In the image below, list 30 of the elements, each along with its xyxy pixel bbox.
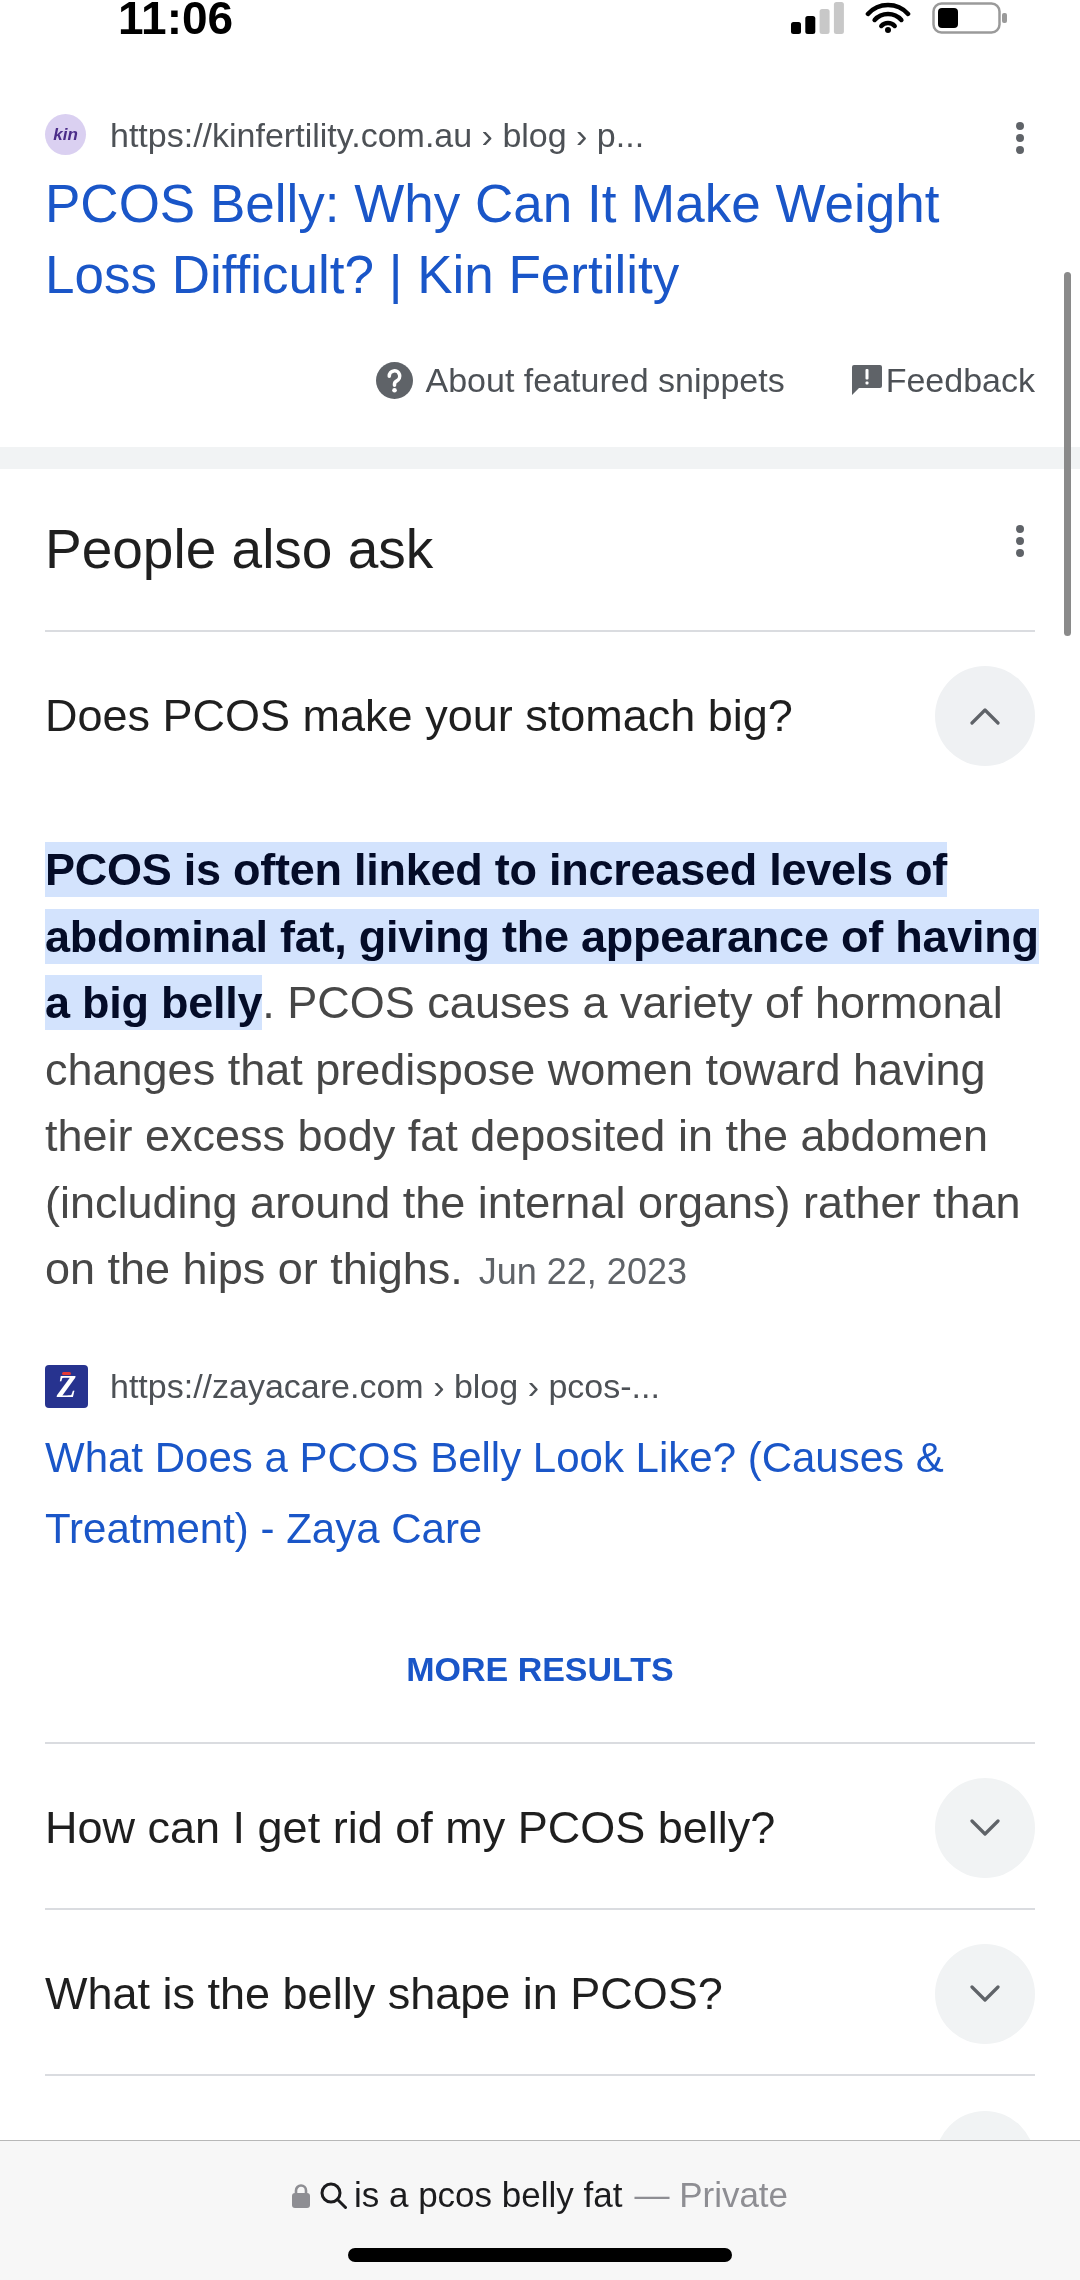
answer-text: PCOS is often linked to increased levels of abdominal fat, giving the appearance of having a big belly. PCOS causes a variety of hormonal changes that predispose women toward having their excess body fat deposited in the abdomen (including around the internal organs) rather than on the hips or thighs. Jun 22, 2023 — [45, 841, 1040, 1296]
more-results-button[interactable]: MORE RESULTS — [390, 1639, 690, 1700]
more-options-icon[interactable] — [1016, 525, 1024, 557]
result-title-link[interactable]: PCOS Belly: Why Can It Make Weight Loss Difficult? | Kin Fertility — [45, 168, 1035, 310]
feedback-icon — [850, 364, 883, 396]
search-icon — [319, 2181, 347, 2209]
chevron-up-icon — [970, 707, 1000, 725]
question-text[interactable]: What is the belly shape in PCOS? — [45, 1965, 723, 2022]
site-logo: kin — [45, 114, 86, 155]
lock-icon — [291, 2182, 310, 2208]
about-snippets-link[interactable]: About featured snippets — [375, 360, 785, 400]
address-bar[interactable]: is a pcos belly fat — Private — [0, 2140, 1080, 2280]
signal-icon — [791, 2, 844, 34]
section-heading: People also ask — [45, 517, 434, 581]
question-text[interactable]: How can I get rid of my PCOS belly? — [45, 1799, 776, 1856]
result-title-link[interactable]: What Does a PCOS Belly Look Like? (Causes & Treatment) - Zaya Care — [45, 1421, 1035, 1564]
address-query: is a pcos belly fat — [353, 2175, 623, 2215]
result-url: https://zayacare.com › blog › pcos-... — [110, 1366, 660, 1406]
chevron-down-icon — [970, 1984, 1000, 2003]
chevron-down-icon — [970, 1818, 1000, 1837]
wifi-icon — [865, 2, 911, 34]
question-text[interactable]: Does PCOS make your stomach big? — [45, 688, 793, 744]
private-label: — Private — [634, 2175, 789, 2215]
status-time: 11:06 — [118, 0, 234, 36]
battery-icon — [932, 2, 1007, 34]
more-options-icon[interactable] — [1016, 122, 1024, 154]
help-icon — [375, 361, 413, 399]
site-logo: Z — [45, 1364, 88, 1408]
feedback-link[interactable]: Feedback — [850, 360, 1035, 400]
result-url: https://kinfertility.com.au › blog › p... — [110, 114, 645, 155]
